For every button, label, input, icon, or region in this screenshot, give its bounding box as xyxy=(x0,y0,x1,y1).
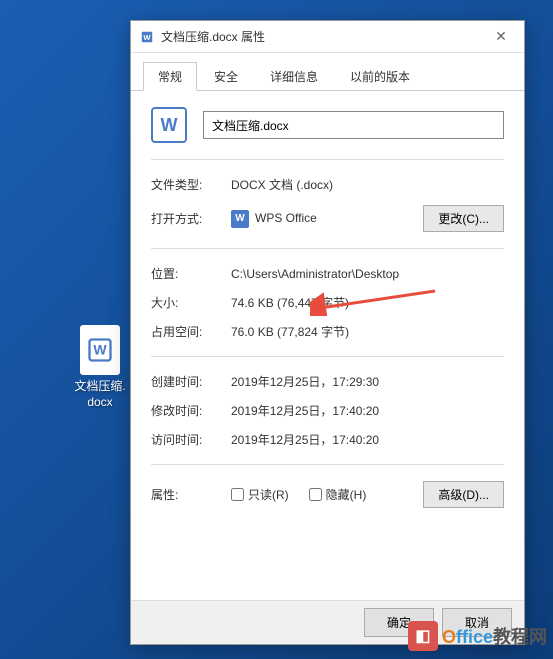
tabs: 常规 安全 详细信息 以前的版本 xyxy=(131,53,524,91)
accessed-label: 访问时间: xyxy=(151,431,231,448)
hidden-label: 隐藏(H) xyxy=(326,486,367,503)
size-value: 74.6 KB (76,447 字节) xyxy=(231,294,504,311)
watermark-text: Office教程网 xyxy=(442,623,547,649)
readonly-input[interactable] xyxy=(231,488,244,501)
dialog-title: 文档压缩.docx 属性 xyxy=(161,28,486,45)
document-icon: W xyxy=(151,107,187,143)
created-value: 2019年12月25日，17:29:30 xyxy=(231,373,504,390)
tab-security[interactable]: 安全 xyxy=(199,62,253,91)
readonly-label: 只读(R) xyxy=(248,486,289,503)
size-label: 大小: xyxy=(151,294,231,311)
openwith-label: 打开方式: xyxy=(151,210,231,227)
desktop-file-icon[interactable]: W 文档压缩. docx xyxy=(65,325,135,410)
desktop-file-label: 文档压缩. docx xyxy=(65,379,135,410)
openwith-value: W WPS Office xyxy=(231,210,423,228)
hidden-checkbox[interactable]: 隐藏(H) xyxy=(309,486,367,503)
titlebar-doc-icon: W xyxy=(139,29,155,45)
svg-text:W: W xyxy=(143,32,151,41)
hidden-input[interactable] xyxy=(309,488,322,501)
titlebar: W 文档压缩.docx 属性 ✕ xyxy=(131,21,524,53)
properties-dialog: W 文档压缩.docx 属性 ✕ 常规 安全 详细信息 以前的版本 W 文件类型… xyxy=(130,20,525,645)
tab-previous-versions[interactable]: 以前的版本 xyxy=(335,62,425,91)
location-value: C:\Users\Administrator\Desktop xyxy=(231,267,504,281)
filename-input[interactable] xyxy=(203,111,504,139)
watermark: ◧ Office教程网 xyxy=(408,621,547,651)
modified-label: 修改时间: xyxy=(151,402,231,419)
watermark-badge-icon: ◧ xyxy=(408,621,438,651)
advanced-button[interactable]: 高级(D)... xyxy=(423,481,504,508)
filetype-label: 文件类型: xyxy=(151,176,231,193)
sizedisk-value: 76.0 KB (77,824 字节) xyxy=(231,323,504,340)
readonly-checkbox[interactable]: 只读(R) xyxy=(231,486,289,503)
change-button[interactable]: 更改(C)... xyxy=(423,205,504,232)
svg-text:W: W xyxy=(93,342,107,358)
created-label: 创建时间: xyxy=(151,373,231,390)
sizedisk-label: 占用空间: xyxy=(151,323,231,340)
close-icon[interactable]: ✕ xyxy=(486,28,516,45)
tab-content: W 文件类型: DOCX 文档 (.docx) 打开方式: W WPS Offic… xyxy=(131,91,524,530)
wps-icon: W xyxy=(231,210,249,228)
accessed-value: 2019年12月25日，17:40:20 xyxy=(231,431,504,448)
tab-general[interactable]: 常规 xyxy=(143,62,197,91)
openwith-app-name: WPS Office xyxy=(255,211,317,225)
modified-value: 2019年12月25日，17:40:20 xyxy=(231,402,504,419)
filetype-value: DOCX 文档 (.docx) xyxy=(231,176,504,193)
location-label: 位置: xyxy=(151,265,231,282)
docx-file-icon: W xyxy=(80,325,120,375)
attributes-label: 属性: xyxy=(151,486,231,503)
tab-details[interactable]: 详细信息 xyxy=(255,62,333,91)
